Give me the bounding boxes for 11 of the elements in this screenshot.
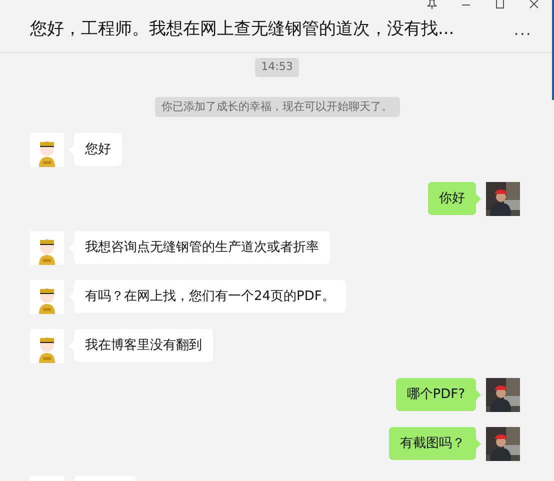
system-notice: 你已添加了成长的幸福，现在可以开始聊天了。 (154, 96, 400, 117)
more-button[interactable]: ... (514, 18, 532, 42)
avatar-drawing (30, 133, 64, 167)
chat-title: 您好，工程师。我想在网上查无缝钢管的道次，没有找... (30, 18, 454, 42)
timestamp: 14:53 (255, 58, 299, 76)
pin-icon[interactable] (426, 0, 438, 9)
maximize-icon[interactable] (494, 0, 506, 9)
close-icon[interactable] (528, 0, 540, 9)
avatar-drawing (30, 329, 64, 363)
avatar-drawing (30, 280, 64, 314)
avatar-drawing (30, 231, 64, 265)
